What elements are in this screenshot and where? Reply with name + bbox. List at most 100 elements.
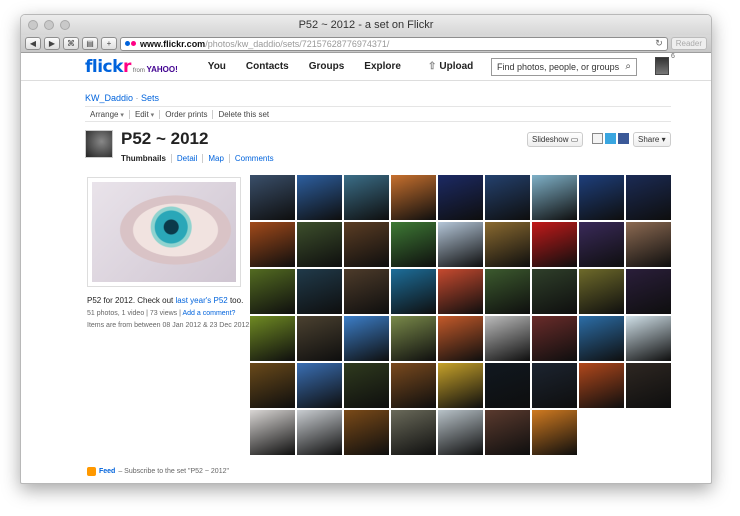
breadcrumb-user[interactable]: KW_Daddio: [85, 93, 133, 103]
rss-icon[interactable]: [87, 467, 96, 476]
photo-thumbnail[interactable]: [438, 269, 483, 314]
new-tab-button[interactable]: +: [101, 37, 117, 50]
yahoo-logo: from YAHOO!: [132, 65, 178, 74]
photo-thumbnail[interactable]: [532, 222, 577, 267]
close-window-button[interactable]: [28, 20, 38, 30]
order-prints-link[interactable]: Order prints: [160, 110, 212, 119]
photo-thumbnail[interactable]: [579, 222, 624, 267]
photo-thumbnail[interactable]: [485, 316, 530, 361]
photo-thumbnail[interactable]: [626, 222, 671, 267]
photo-thumbnail[interactable]: [532, 269, 577, 314]
zoom-window-button[interactable]: [60, 20, 70, 30]
feed-link[interactable]: Feed: [99, 468, 115, 475]
share-button[interactable]: Share ▾: [633, 132, 671, 147]
window-controls: [28, 20, 70, 30]
photo-thumbnail[interactable]: [344, 316, 389, 361]
nav-you[interactable]: You: [198, 61, 236, 72]
photo-thumbnail[interactable]: [626, 175, 671, 220]
photo-thumbnail[interactable]: [250, 222, 295, 267]
forward-button[interactable]: ▶: [44, 37, 60, 50]
address-bar[interactable]: www.flickr.com /photos/kw_daddio/sets/72…: [120, 36, 668, 51]
last-year-link[interactable]: last year's P52: [176, 296, 228, 305]
flickr-logo[interactable]: flickr: [85, 57, 131, 77]
photo-thumbnail[interactable]: [579, 269, 624, 314]
tab-map[interactable]: Map: [202, 154, 229, 163]
photo-thumbnail[interactable]: [297, 222, 342, 267]
edit-menu[interactable]: Edit: [130, 110, 159, 119]
upload-arrow-icon: ⇧: [428, 61, 437, 72]
search-input[interactable]: Find photos, people, or groups ⌕: [491, 58, 637, 76]
photo-thumbnail[interactable]: [532, 175, 577, 220]
upload-button[interactable]: ⇧ Upload: [428, 61, 473, 72]
nav-groups[interactable]: Groups: [299, 61, 355, 72]
breadcrumb-sets[interactable]: Sets: [141, 93, 159, 103]
tab-thumbnails[interactable]: Thumbnails: [121, 154, 171, 163]
photo-thumbnail[interactable]: [391, 175, 436, 220]
photo-thumbnail[interactable]: [297, 175, 342, 220]
twitter-icon[interactable]: [605, 133, 616, 144]
photo-thumbnail[interactable]: [344, 269, 389, 314]
photo-thumbnail[interactable]: [250, 410, 295, 455]
slideshow-button[interactable]: Slideshow ▭: [527, 132, 584, 147]
facebook-icon[interactable]: [618, 133, 629, 144]
search-placeholder: Find photos, people, or groups: [497, 62, 620, 72]
user-avatar[interactable]: [655, 57, 669, 75]
photo-thumbnail[interactable]: [438, 410, 483, 455]
nav-explore[interactable]: Explore: [354, 61, 411, 72]
photo-thumbnail[interactable]: [485, 175, 530, 220]
add-comment-link[interactable]: Add a comment?: [182, 310, 235, 317]
photo-thumbnail[interactable]: [438, 222, 483, 267]
photo-thumbnail[interactable]: [438, 175, 483, 220]
photo-thumbnail[interactable]: [579, 363, 624, 408]
photo-thumbnail[interactable]: [297, 410, 342, 455]
photo-thumbnail[interactable]: [391, 410, 436, 455]
set-owner-avatar[interactable]: [85, 130, 113, 158]
photo-thumbnail[interactable]: [391, 269, 436, 314]
tab-detail[interactable]: Detail: [170, 154, 202, 163]
nav-contacts[interactable]: Contacts: [236, 61, 299, 72]
photo-thumbnail[interactable]: [532, 363, 577, 408]
delete-set-link[interactable]: Delete this set: [213, 110, 274, 119]
cover-image[interactable]: [92, 182, 236, 282]
minimize-window-button[interactable]: [44, 20, 54, 30]
photo-thumbnail[interactable]: [344, 410, 389, 455]
photo-thumbnail[interactable]: [485, 269, 530, 314]
set-title: P52 ~ 2012: [121, 129, 209, 148]
arrange-menu[interactable]: Arrange: [85, 110, 129, 119]
photo-thumbnail[interactable]: [579, 316, 624, 361]
photo-thumbnail[interactable]: [297, 316, 342, 361]
photo-thumbnail[interactable]: [250, 269, 295, 314]
photo-thumbnail[interactable]: [344, 363, 389, 408]
search-icon[interactable]: ⌕: [625, 61, 631, 72]
photo-thumbnail[interactable]: [485, 363, 530, 408]
photo-thumbnail[interactable]: [626, 269, 671, 314]
photo-thumbnail[interactable]: [626, 363, 671, 408]
set-cover-photo[interactable]: [87, 177, 241, 287]
url-domain: www.flickr.com: [140, 38, 206, 49]
photo-thumbnail[interactable]: [626, 316, 671, 361]
photo-thumbnail[interactable]: [250, 363, 295, 408]
photo-thumbnail[interactable]: [297, 269, 342, 314]
photo-thumbnail[interactable]: [344, 222, 389, 267]
photo-thumbnail[interactable]: [344, 175, 389, 220]
photo-thumbnail[interactable]: [391, 316, 436, 361]
photo-thumbnail[interactable]: [391, 222, 436, 267]
photo-thumbnail[interactable]: [297, 363, 342, 408]
tab-comments[interactable]: Comments: [228, 154, 279, 163]
photo-thumbnail[interactable]: [250, 316, 295, 361]
photo-thumbnail[interactable]: [532, 316, 577, 361]
bookmarks-button[interactable]: ⌘: [63, 37, 79, 50]
reload-icon[interactable]: ↻: [655, 38, 663, 49]
photo-thumbnail[interactable]: [532, 410, 577, 455]
sidebar-button[interactable]: ▤: [82, 37, 98, 50]
photo-thumbnail[interactable]: [438, 316, 483, 361]
back-button[interactable]: ◀: [25, 37, 41, 50]
photo-thumbnail[interactable]: [250, 175, 295, 220]
photo-thumbnail[interactable]: [391, 363, 436, 408]
photo-thumbnail[interactable]: [485, 222, 530, 267]
reader-button[interactable]: Reader: [670, 37, 707, 50]
email-icon[interactable]: [592, 133, 603, 144]
photo-thumbnail[interactable]: [485, 410, 530, 455]
photo-thumbnail[interactable]: [438, 363, 483, 408]
photo-thumbnail[interactable]: [579, 175, 624, 220]
